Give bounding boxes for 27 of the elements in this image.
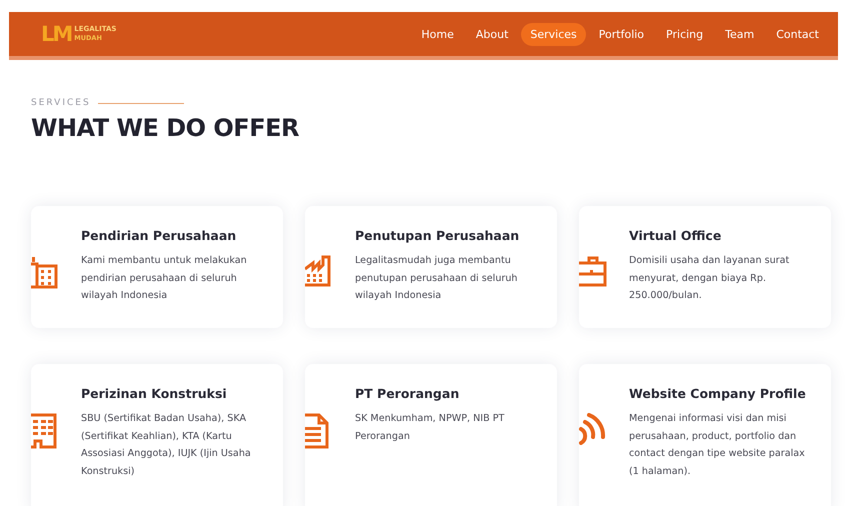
nav-link[interactable]: Home bbox=[412, 22, 463, 46]
service-description: Domisili usaha dan layanan surat menyurat, dengan biaya Rp. 250.000/bulan. bbox=[629, 254, 790, 303]
nav-link[interactable]: Pricing bbox=[657, 22, 712, 46]
nav-link[interactable]: Contact bbox=[767, 22, 828, 46]
building-icon bbox=[31, 255, 58, 289]
section-eyebrow: SERVICES bbox=[31, 98, 91, 108]
rss-icon bbox=[579, 413, 607, 445]
nav-link[interactable]: About bbox=[466, 22, 518, 46]
nav-link[interactable]: Services bbox=[521, 22, 586, 46]
nav-link[interactable]: Portfolio bbox=[590, 22, 654, 46]
service-description: SK Menkumham, NPWP, NIB PT Perorangan bbox=[355, 412, 506, 444]
document-icon bbox=[305, 413, 329, 449]
nav-link[interactable]: Team bbox=[716, 22, 764, 46]
section-title: WHAT WE DO OFFER bbox=[31, 114, 300, 142]
briefcase-icon bbox=[579, 255, 607, 287]
factory-icon bbox=[305, 255, 331, 287]
service-description: Kami membantu untuk melakukan pendirian perusahaan di seluruh wilayah Indonesia bbox=[81, 254, 248, 303]
service-title: Penutupan Perusahaan bbox=[355, 228, 520, 243]
service-description: SBU (Sertifikat Badan Usaha), SKA (Sertifikat Keahlian), KTA (Kartu Assosiasi Anggota), IUJK (Ijin Usaha Konstruksi) bbox=[81, 412, 252, 478]
service-title: Virtual Office bbox=[629, 228, 722, 243]
service-title: Pendirian Perusahaan bbox=[81, 228, 238, 243]
service-description: Mengenai informasi visi dan misi perusahaan, product, portfolio dan contact dengan tipe website paralax (1 halaman). bbox=[629, 412, 806, 478]
service-title: Perizinan Konstruksi bbox=[81, 386, 228, 401]
service-title: PT Perorangan bbox=[355, 386, 460, 401]
service-title: Website Company Profile bbox=[629, 386, 807, 401]
service-description: Legalitasmudah juga membantu penutupan perusahaan di seluruh wilayah Indonesia bbox=[355, 254, 519, 303]
building-icon bbox=[31, 413, 57, 449]
